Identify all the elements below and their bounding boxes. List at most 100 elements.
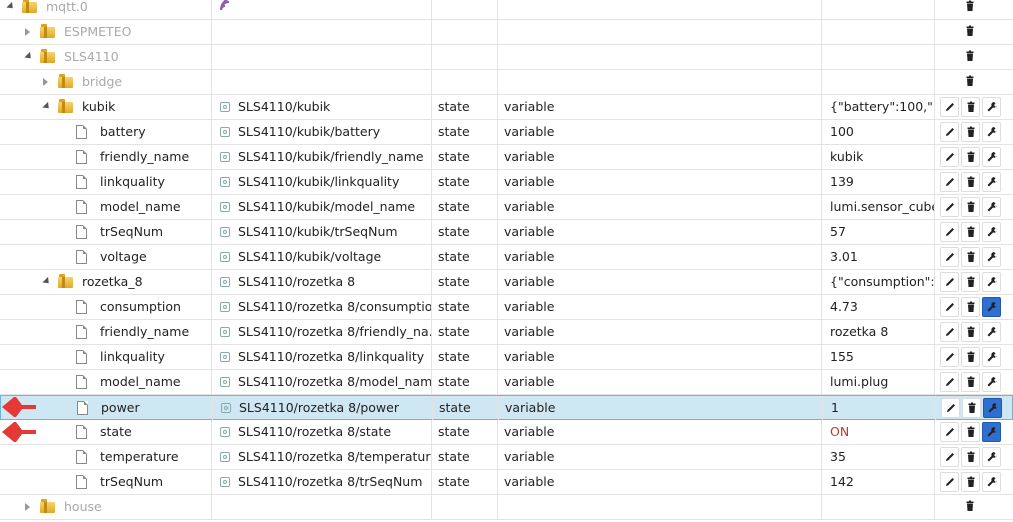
tree-row-friendly-name[interactable]: friendly_name SLS4110/rozetka 8/friendly_… [0,320,1013,345]
delete-button[interactable] [961,122,980,142]
edit-button[interactable] [940,297,959,317]
delete-button[interactable] [961,272,980,292]
delete-button[interactable] [961,322,980,342]
wrench-button[interactable] [982,247,1001,267]
tree-row-sls4110[interactable]: SLS4110 [0,45,1013,70]
edit-button[interactable] [940,322,959,342]
delete-button[interactable] [962,398,981,418]
object-value[interactable]: 139 [822,170,935,194]
wrench-button[interactable] [982,297,1001,317]
tree-row-rozetka-8[interactable]: rozetka_8 SLS4110/rozetka 8 state variable{… [0,270,1013,295]
wrench-button[interactable] [982,97,1001,117]
delete-button[interactable] [961,47,980,67]
edit-button[interactable] [940,472,959,492]
object-value[interactable] [822,70,935,94]
delete-button[interactable] [961,197,980,217]
tree-row-bridge[interactable]: bridge [0,70,1013,95]
wrench-button[interactable] [982,472,1001,492]
edit-button[interactable] [940,447,959,467]
wrench-button[interactable] [982,197,1001,217]
wrench-button[interactable] [982,222,1001,242]
delete-button[interactable] [961,172,980,192]
wrench-button[interactable] [982,422,1001,442]
object-value[interactable] [822,45,935,69]
tree-row-model-name[interactable]: model_name SLS4110/rozetka 8/model_name st… [0,370,1013,395]
object-value[interactable]: {"consumption":4. [822,270,935,294]
tree-row-voltage[interactable]: voltage SLS4110/kubik/voltage state variabl… [0,245,1013,270]
edit-button[interactable] [940,122,959,142]
delete-button[interactable] [961,347,980,367]
delete-button[interactable] [961,247,980,267]
object-value[interactable]: 142 [822,470,935,494]
edit-button[interactable] [940,347,959,367]
object-value[interactable]: rozetka 8 [822,320,935,344]
tree-row-consumption[interactable]: consumption SLS4110/rozetka 8/consumption… [0,295,1013,320]
expand-toggle-open-icon[interactable] [24,51,34,62]
tree-row-linkquality[interactable]: linkquality SLS4110/kubik/linkquality stat… [0,170,1013,195]
tree-row-state[interactable]: state SLS4110/rozetka 8/state state variabl… [0,420,1013,445]
edit-button[interactable] [940,222,959,242]
delete-button[interactable] [961,472,980,492]
tree-row-friendly-name[interactable]: friendly_name SLS4110/kubik/friendly_name… [0,145,1013,170]
expand-toggle-open-icon[interactable] [42,276,52,287]
expand-toggle-open-icon[interactable] [6,1,16,12]
object-value[interactable]: kubik [822,145,935,169]
wrench-button[interactable] [982,122,1001,142]
delete-button[interactable] [961,497,980,517]
object-value[interactable]: 155 [822,345,935,369]
object-value[interactable]: lumi.sensor_cube [822,195,935,219]
delete-button[interactable] [961,147,980,167]
wrench-button[interactable] [982,372,1001,392]
tree-row-power[interactable]: power SLS4110/rozetka 8/power state variabl… [0,395,1013,420]
object-value[interactable] [822,495,935,519]
object-value[interactable] [822,0,935,19]
object-value[interactable]: lumi.plug [822,370,935,394]
edit-button[interactable] [940,172,959,192]
expand-toggle-closed-icon[interactable] [43,78,48,86]
wrench-button[interactable] [982,147,1001,167]
tree-row-model-name[interactable]: model_name SLS4110/kubik/model_name state v… [0,195,1013,220]
tree-row-temperature[interactable]: temperature SLS4110/rozetka 8/temperature… [0,445,1013,470]
object-value[interactable]: 100 [822,120,935,144]
edit-button[interactable] [940,272,959,292]
wrench-button[interactable] [982,447,1001,467]
delete-button[interactable] [961,0,980,17]
delete-button[interactable] [961,222,980,242]
edit-button[interactable] [940,422,959,442]
object-value[interactable]: 57 [822,220,935,244]
object-value[interactable]: 3.01 [822,245,935,269]
tree-row-kubik[interactable]: kubik SLS4110/kubik state variable {"battery… [0,95,1013,120]
edit-button[interactable] [940,197,959,217]
wrench-button[interactable] [982,322,1001,342]
object-value[interactable] [822,20,935,44]
edit-button[interactable] [941,398,960,418]
delete-button[interactable] [961,72,980,92]
delete-button[interactable] [961,372,980,392]
edit-button[interactable] [940,372,959,392]
object-value[interactable]: ON [822,420,935,444]
tree-row-mqtt-0[interactable]: mqtt.0 [0,0,1013,20]
tree-row-trseqnum[interactable]: trSeqNum SLS4110/rozetka 8/trSeqNum state v… [0,470,1013,495]
tree-row-house[interactable]: house [0,495,1013,520]
wrench-button[interactable] [982,347,1001,367]
delete-button[interactable] [961,422,980,442]
tree-row-espmeteo[interactable]: ESPMETEO [0,20,1013,45]
tree-row-linkquality[interactable]: linkquality SLS4110/rozetka 8/linkquality… [0,345,1013,370]
wrench-button[interactable] [982,272,1001,292]
object-value[interactable]: 35 [822,445,935,469]
object-value[interactable]: 4.73 [822,295,935,319]
edit-button[interactable] [940,147,959,167]
object-value[interactable]: {"battery":100,"linl [822,95,935,119]
expand-toggle-closed-icon[interactable] [25,503,30,511]
tree-row-battery[interactable]: battery SLS4110/kubik/battery state variabl… [0,120,1013,145]
tree-row-trseqnum[interactable]: trSeqNum SLS4110/kubik/trSeqNum state varia… [0,220,1013,245]
delete-button[interactable] [961,297,980,317]
expand-toggle-open-icon[interactable] [42,101,52,112]
delete-button[interactable] [961,97,980,117]
edit-button[interactable] [940,247,959,267]
delete-button[interactable] [961,447,980,467]
edit-button[interactable] [940,97,959,117]
expand-toggle-closed-icon[interactable] [25,28,30,36]
object-value[interactable]: 1 [823,396,936,420]
wrench-button[interactable] [983,398,1002,418]
